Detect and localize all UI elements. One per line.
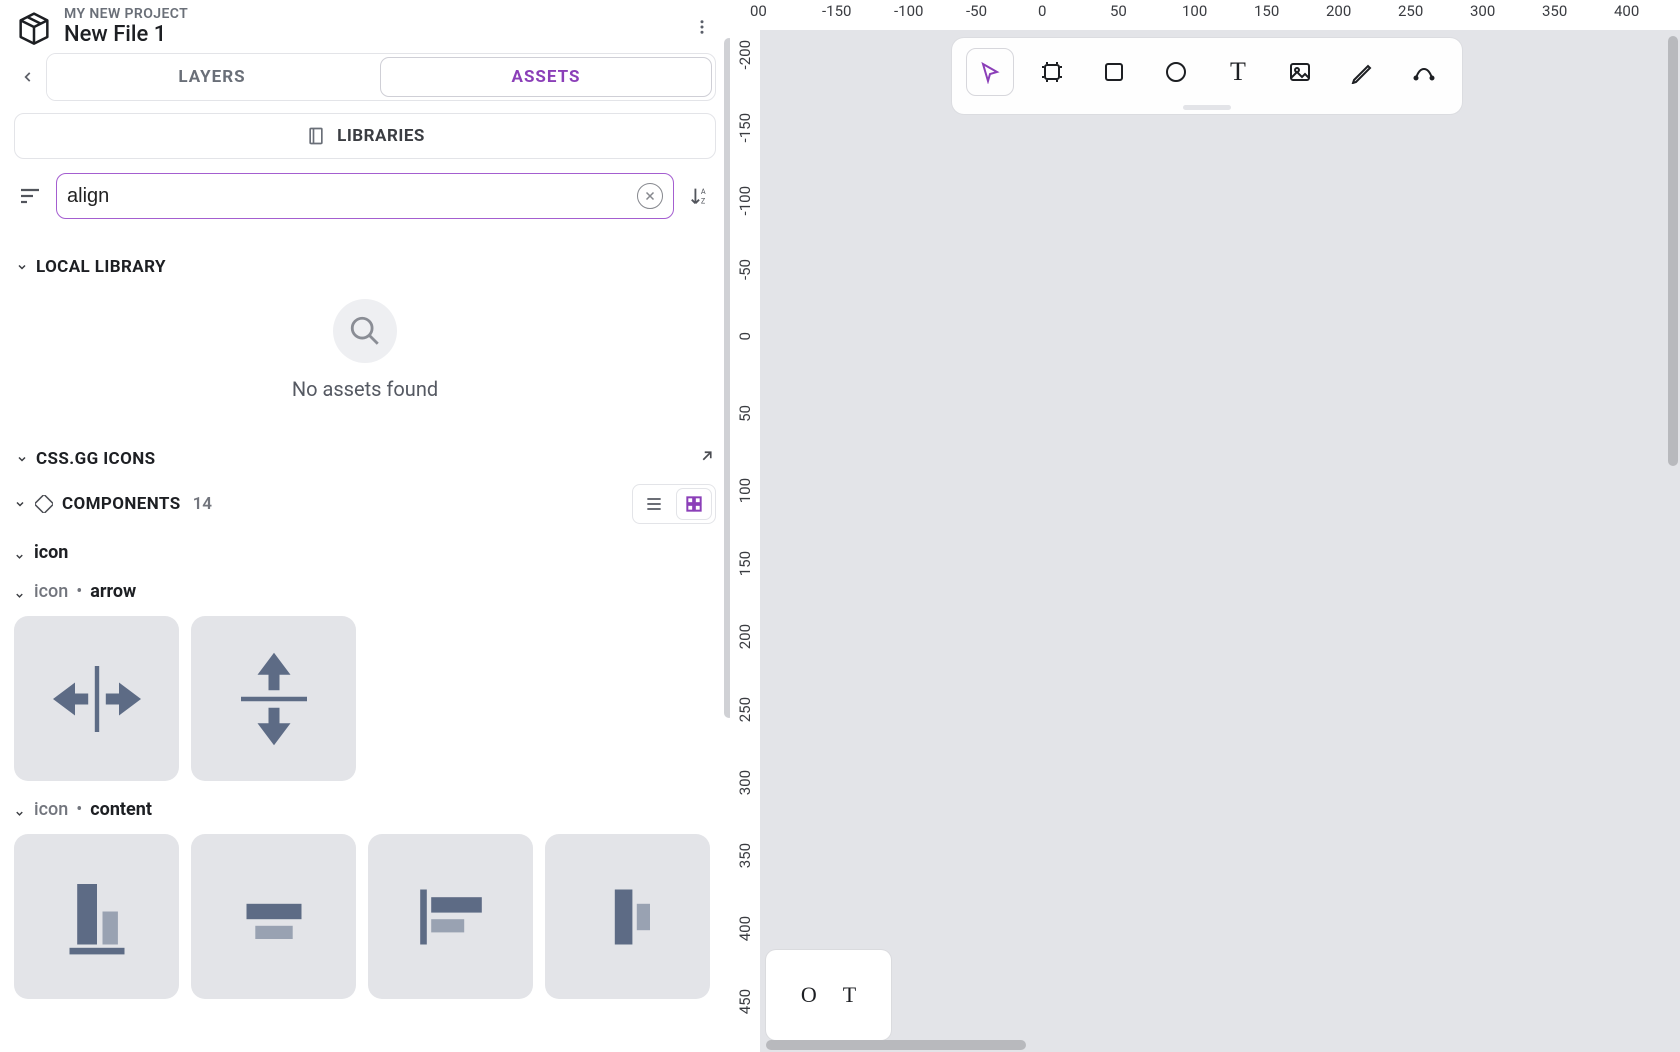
ruler-v-tick: 250 (736, 697, 754, 722)
asset-align-center-icon[interactable] (191, 834, 356, 999)
canvas[interactable]: T O T (760, 30, 1680, 1052)
tool-image[interactable] (1276, 48, 1324, 96)
mini-text-button[interactable]: T (843, 982, 856, 1008)
asset-align-bottom-icon[interactable] (14, 834, 179, 999)
libraries-label: LIBRARIES (337, 126, 425, 146)
project-name: MY NEW PROJECT (64, 6, 678, 22)
group-icon-arrow[interactable]: icon • arrow (14, 581, 716, 602)
toolbar-drag-handle[interactable] (1183, 105, 1231, 110)
view-list-button[interactable] (637, 489, 671, 519)
ruler-h-tick: 0 (1038, 2, 1046, 20)
ruler-h-tick: 400 (1614, 2, 1639, 20)
asset-arrows-h-icon[interactable] (14, 616, 179, 781)
group-prefix: icon (34, 799, 68, 820)
mini-toolbar[interactable]: O T (766, 950, 891, 1040)
search-box[interactable] (56, 173, 674, 219)
view-grid-button[interactable] (677, 489, 711, 519)
ruler-v-tick: 100 (736, 478, 754, 503)
filter-button[interactable] (14, 178, 46, 214)
ruler-v-tick: -100 (736, 186, 754, 215)
canvas-horizontal-scrollbar[interactable] (766, 1040, 1026, 1050)
group-name: content (90, 799, 152, 820)
group-icon-content[interactable]: icon • content (14, 799, 716, 820)
libraries-button[interactable]: LIBRARIES (14, 113, 716, 159)
ruler-v-tick: 0 (736, 332, 754, 340)
tool-ellipse[interactable] (1152, 48, 1200, 96)
back-button[interactable] (14, 53, 42, 101)
local-library-title: LOCAL LIBRARY (36, 257, 166, 277)
ruler-h-tick: 250 (1398, 2, 1423, 20)
vertical-ruler: -200 -150 -100 -50 0 50 100 150 200 250 300 350 400 4… (730, 30, 760, 1052)
sort-button[interactable]: AZ (684, 178, 716, 214)
group-name: arrow (90, 581, 136, 602)
ruler-v-tick: 450 (736, 989, 754, 1014)
ruler-v-tick: 350 (736, 843, 754, 868)
asset-align-middle-icon[interactable] (545, 834, 710, 999)
open-external-icon[interactable] (698, 447, 716, 470)
ruler-h-tick: 200 (1326, 2, 1351, 20)
chevron-down-icon (14, 585, 28, 599)
ruler-h-tick: 300 (1470, 2, 1495, 20)
search-icon (333, 299, 397, 363)
ruler-v-tick: -200 (736, 40, 754, 69)
ruler-h-tick: -150 (822, 2, 851, 20)
more-menu-button[interactable] (688, 13, 716, 41)
ruler-h-tick: 150 (1254, 2, 1279, 20)
ruler-v-tick: -50 (736, 259, 754, 280)
group-icon[interactable]: icon (14, 542, 716, 563)
ruler-v-tick: 200 (736, 624, 754, 649)
ruler-h-tick: 100 (1182, 2, 1207, 20)
ruler-v-tick: 400 (736, 916, 754, 941)
components-label: COMPONENTS (62, 494, 181, 514)
group-prefix: icon (34, 581, 68, 602)
asset-arrows-v-icon[interactable] (191, 616, 356, 781)
chevron-down-icon (14, 451, 30, 467)
ruler-v-tick: 150 (736, 551, 754, 576)
chevron-down-icon (14, 546, 28, 560)
ruler-v-tick: 50 (736, 405, 754, 422)
file-name: New File 1 (64, 22, 678, 47)
app-logo-icon (14, 7, 54, 47)
ruler-h-tick: -50 (966, 2, 987, 20)
section-cssgg-icons[interactable]: CSS.GG ICONS (14, 447, 716, 470)
tool-rectangle[interactable] (1090, 48, 1138, 96)
components-count: 14 (193, 494, 212, 514)
search-input[interactable] (67, 185, 629, 208)
tool-pen[interactable] (1338, 48, 1386, 96)
canvas-vertical-scrollbar[interactable] (1668, 36, 1678, 466)
tab-layers[interactable]: LAYERS (47, 54, 377, 100)
canvas-toolbar: T (952, 38, 1462, 114)
tool-text[interactable]: T (1214, 48, 1262, 96)
ruler-h-tick: 350 (1542, 2, 1567, 20)
horizontal-ruler: 00 -150 -100 -50 0 50 100 150 200 250 300 350 400 (730, 0, 1680, 30)
ruler-h-tick: -100 (894, 2, 923, 20)
book-icon (305, 125, 327, 147)
svg-text:A: A (701, 187, 706, 196)
mini-ellipse-button[interactable]: O (801, 982, 817, 1008)
empty-state-text: No assets found (292, 377, 438, 401)
chevron-down-icon (14, 259, 30, 275)
tool-curve[interactable] (1400, 48, 1448, 96)
ruler-h-tick: 50 (1110, 2, 1127, 20)
chevron-down-icon[interactable] (14, 495, 26, 514)
cssgg-title: CSS.GG ICONS (36, 449, 155, 469)
clear-search-button[interactable] (637, 183, 663, 209)
tool-select[interactable] (966, 48, 1014, 96)
section-local-library[interactable]: LOCAL LIBRARY (14, 257, 716, 277)
asset-align-left-icon[interactable] (368, 834, 533, 999)
ruler-v-tick: 300 (736, 770, 754, 795)
tool-frame[interactable] (1028, 48, 1076, 96)
chevron-down-icon (14, 803, 28, 817)
ruler-v-tick: -150 (736, 113, 754, 142)
group-icon-label: icon (34, 542, 68, 563)
svg-text:Z: Z (701, 196, 706, 205)
component-icon (34, 494, 54, 514)
ruler-h-tick: 00 (750, 2, 767, 20)
tab-assets[interactable]: ASSETS (380, 57, 712, 97)
